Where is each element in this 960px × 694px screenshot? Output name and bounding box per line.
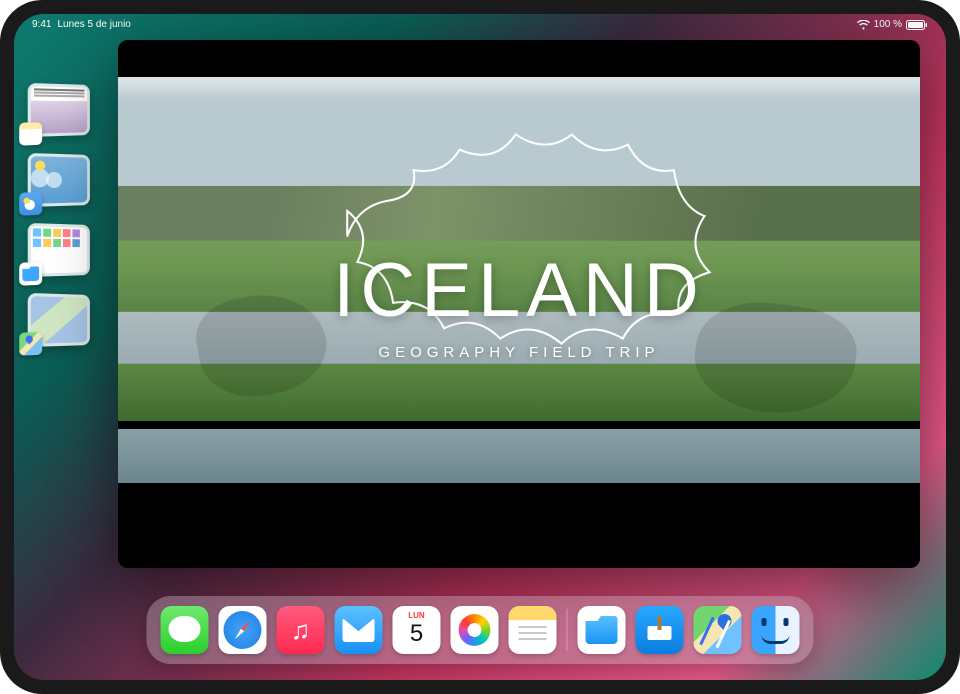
dock-app-messages[interactable] bbox=[161, 606, 209, 654]
dock: LUN 5 bbox=[147, 596, 814, 664]
letterbox-bottom bbox=[118, 531, 920, 568]
battery-percent: 100 % bbox=[874, 19, 902, 30]
dock-app-calendar[interactable]: LUN 5 bbox=[393, 606, 441, 654]
files-mini-icon bbox=[19, 262, 42, 285]
maps-mini-icon bbox=[19, 332, 42, 355]
dock-app-keynote[interactable] bbox=[636, 606, 684, 654]
letterbox-top bbox=[118, 40, 920, 77]
dock-app-notes[interactable] bbox=[509, 606, 557, 654]
stage-tile-weather[interactable] bbox=[28, 153, 90, 207]
notes-mini-icon bbox=[19, 122, 42, 145]
wifi-icon bbox=[857, 20, 870, 30]
dock-separator bbox=[567, 609, 568, 651]
status-date: Lunes 5 de junio bbox=[57, 19, 130, 30]
weather-mini-icon bbox=[19, 192, 42, 215]
battery-icon bbox=[906, 20, 928, 30]
slide-background-photo bbox=[118, 77, 920, 531]
dock-app-files[interactable] bbox=[578, 606, 626, 654]
dock-app-finder[interactable] bbox=[752, 606, 800, 654]
stage-manager-strip bbox=[28, 84, 92, 346]
stage-tile-maps[interactable] bbox=[28, 293, 90, 347]
dock-app-maps[interactable] bbox=[694, 606, 742, 654]
calendar-weekday: LUN bbox=[393, 611, 441, 620]
status-time: 9:41 bbox=[32, 19, 51, 30]
calendar-day: 5 bbox=[393, 620, 441, 648]
ipad-frame: 9:41 Lunes 5 de junio 100 % bbox=[0, 0, 960, 694]
dock-app-mail[interactable] bbox=[335, 606, 383, 654]
screen: 9:41 Lunes 5 de junio 100 % bbox=[14, 14, 946, 680]
dock-app-photos[interactable] bbox=[451, 606, 499, 654]
keynote-presentation-window[interactable]: ICELAND GEOGRAPHY FIELD TRIP bbox=[118, 40, 920, 568]
dock-app-safari[interactable] bbox=[219, 606, 267, 654]
stage-tile-notes[interactable] bbox=[28, 83, 90, 137]
dock-app-music[interactable] bbox=[277, 606, 325, 654]
status-bar: 9:41 Lunes 5 de junio 100 % bbox=[14, 14, 946, 32]
stage-tile-files[interactable] bbox=[28, 223, 90, 277]
